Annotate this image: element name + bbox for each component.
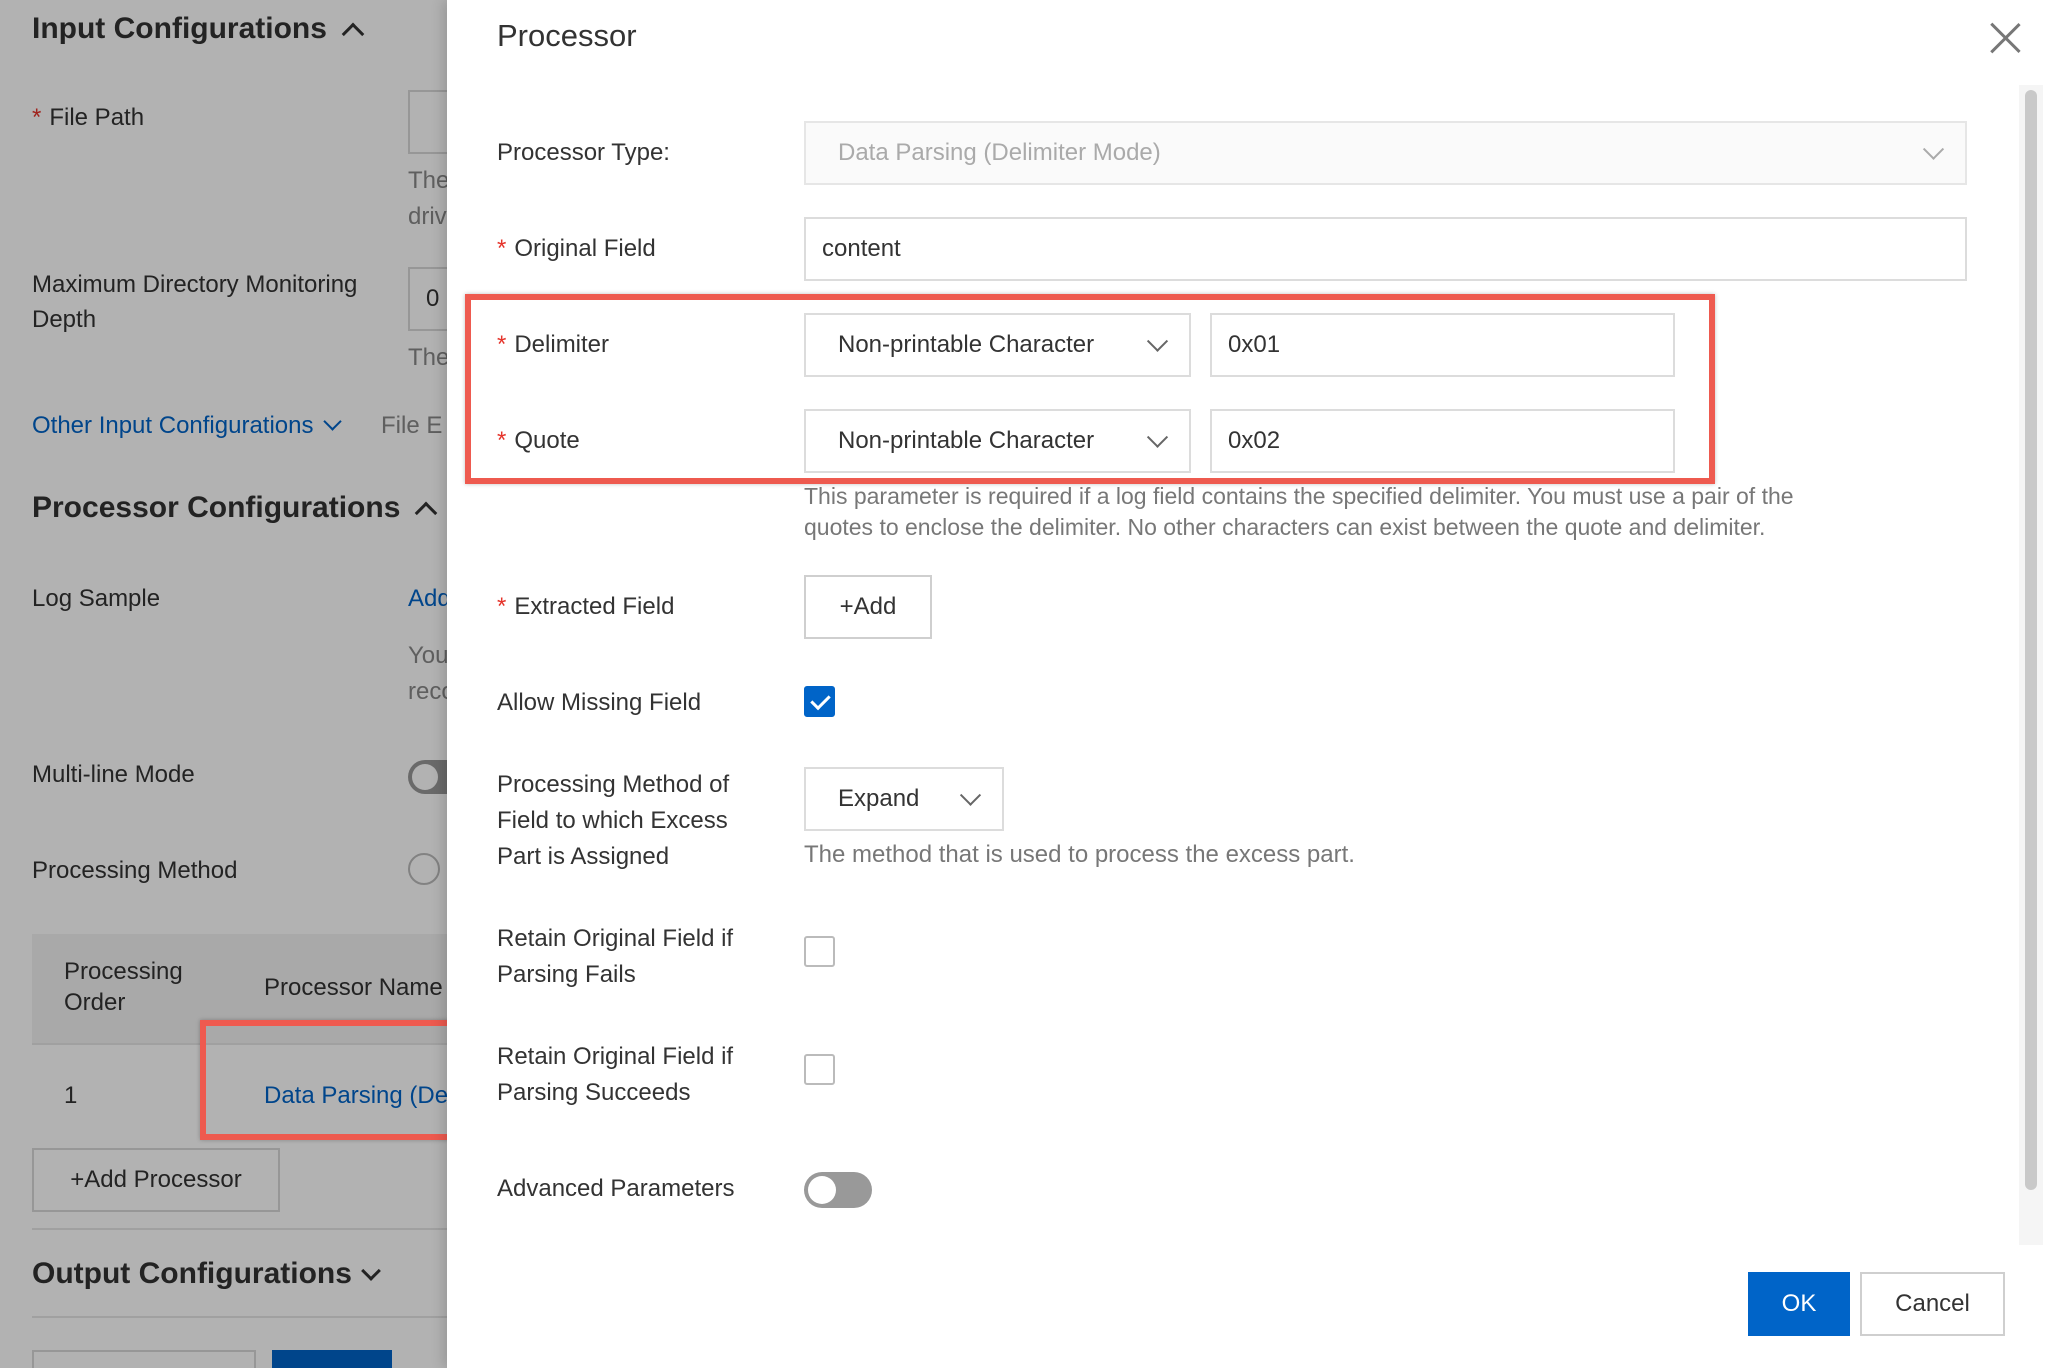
add-extracted-field-button[interactable]: +Add — [804, 575, 932, 639]
highlight-delimiter-quote — [465, 294, 1715, 484]
chevron-down-icon — [959, 784, 982, 806]
advanced-parameters-toggle[interactable] — [804, 1172, 872, 1208]
quote-hint-2: quotes to enclose the delimiter. No othe… — [804, 514, 1766, 540]
original-field-input[interactable]: content — [804, 217, 1967, 281]
extracted-field-label: * Extracted Field — [497, 593, 675, 620]
retain-on-fail-checkbox[interactable] — [804, 936, 835, 967]
close-icon[interactable] — [1989, 22, 2021, 54]
excess-processing-select[interactable]: Expand — [804, 767, 1004, 831]
advanced-parameters-label: Advanced Parameters — [497, 1175, 735, 1202]
retain-on-success-label-2: Parsing Succeeds — [497, 1079, 691, 1106]
highlight-processor-row — [200, 1020, 484, 1140]
quote-hint: This parameter is required if a log fiel… — [804, 483, 1794, 509]
scrollbar-thumb[interactable] — [2025, 90, 2037, 1190]
chevron-down-icon — [1922, 138, 1945, 160]
allow-missing-field-label: Allow Missing Field — [497, 689, 702, 716]
retain-on-fail-label-2: Parsing Fails — [497, 961, 636, 988]
dialog-title: Processor — [497, 18, 637, 53]
excess-processing-label-2: Field to which Excess — [497, 807, 728, 834]
ok-button[interactable]: OK — [1748, 1272, 1850, 1336]
allow-missing-field-checkbox[interactable] — [804, 686, 835, 717]
processor-dialog: Processor Processor Type: Data Parsing (… — [447, 0, 2052, 1368]
processor-type-label: Processor Type: — [497, 139, 670, 166]
retain-on-success-label: Retain Original Field if — [497, 1043, 734, 1070]
excess-processing-label-3: Part is Assigned — [497, 843, 670, 870]
cancel-button[interactable]: Cancel — [1860, 1272, 2005, 1336]
processor-type-select[interactable]: Data Parsing (Delimiter Mode) — [804, 121, 1967, 185]
original-field-label: * Original Field — [497, 235, 656, 262]
excess-processing-label: Processing Method of — [497, 771, 730, 798]
retain-on-success-checkbox[interactable] — [804, 1054, 835, 1085]
retain-on-fail-label: Retain Original Field if — [497, 925, 734, 952]
excess-processing-hint: The method that is used to process the e… — [804, 841, 1355, 868]
